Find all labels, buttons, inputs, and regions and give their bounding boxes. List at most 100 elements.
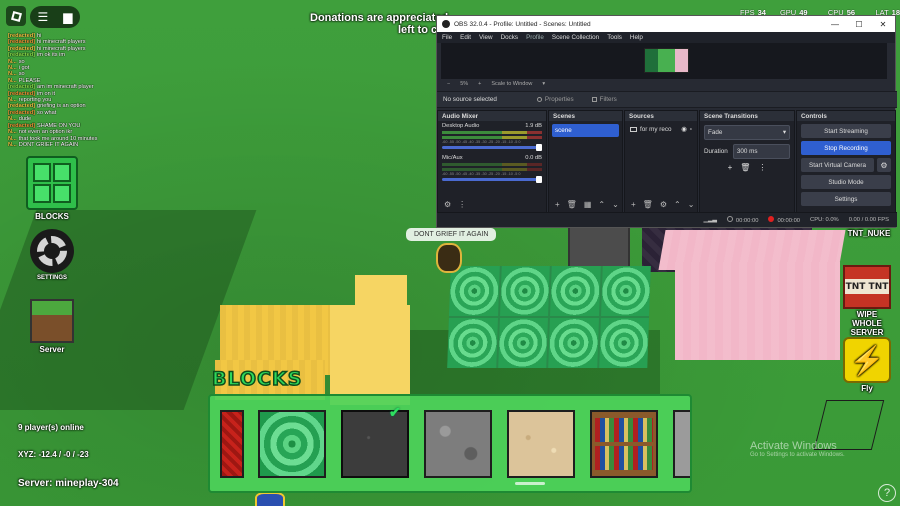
- zoom-plus-icon[interactable]: +: [478, 81, 481, 87]
- emerald-tile[interactable]: [447, 318, 498, 368]
- chat-bubble-icon[interactable]: ▆: [63, 10, 72, 24]
- chat-author: [redacted]: [8, 84, 36, 91]
- properties-button[interactable]: Properties: [536, 96, 574, 103]
- eye-icon[interactable]: ◉: [681, 126, 687, 133]
- level-meter: [442, 168, 542, 171]
- menu-view[interactable]: View: [479, 34, 493, 41]
- scenes-dock: Scenes scene + 🗑 ▦ ⌃ ⌄: [548, 110, 623, 213]
- more-options-icon[interactable]: ⋮: [458, 200, 466, 209]
- tnt-nuke-label: TNT_NUKE: [847, 229, 891, 238]
- menu-tools[interactable]: Tools: [607, 34, 622, 41]
- player-avatar: [436, 243, 462, 273]
- blocks-menu-button[interactable]: BLOCKS: [26, 156, 78, 221]
- more-options-icon[interactable]: ⋮: [758, 163, 766, 172]
- grid-icon[interactable]: ▦: [584, 200, 592, 209]
- hotbar-slot-redstone[interactable]: [220, 410, 244, 478]
- hotbar-slot-cobblestone[interactable]: [424, 410, 492, 478]
- remove-source-icon[interactable]: 🗑: [643, 200, 653, 209]
- meter-ticks: -60 -55 -50 -45 -40 -35 -30 -25 -20 -15 …: [442, 172, 521, 176]
- close-icon[interactable]: ✕: [871, 20, 895, 29]
- selected-check-icon: ✔: [389, 404, 401, 420]
- remove-transition-icon[interactable]: 🗑: [740, 163, 750, 172]
- emerald-blocks[interactable]: [447, 266, 651, 368]
- emerald-tile[interactable]: [598, 318, 649, 368]
- wipe-server-button[interactable]: TNT TNT WIPE WHOLE SERVER: [841, 265, 893, 337]
- chat-text: so what: [37, 109, 57, 116]
- studio-mode-button[interactable]: Studio Mode: [801, 175, 891, 189]
- hamburger-menu-icon[interactable]: ☰: [38, 10, 49, 24]
- chat-text: so: [18, 71, 25, 78]
- duration-input[interactable]: 300 ms: [732, 144, 790, 159]
- lock-icon[interactable]: ▫: [690, 126, 692, 133]
- stop-recording-button[interactable]: Stop Recording: [801, 141, 891, 155]
- volume-slider[interactable]: [442, 144, 542, 151]
- roblox-menu-button[interactable]: [6, 6, 26, 26]
- emerald-tile[interactable]: [600, 266, 651, 316]
- hotbar-scroll-handle[interactable]: [515, 482, 545, 485]
- settings-menu-button[interactable]: SETTINGS: [30, 229, 74, 281]
- move-down-icon[interactable]: ⌄: [688, 200, 695, 209]
- emerald-tile[interactable]: [449, 266, 500, 316]
- source-item[interactable]: for my reco ◉ ▫: [628, 124, 694, 135]
- gear-icon: [536, 97, 542, 102]
- sources-footer: + 🗑 ⚙ ⌃ ⌄: [625, 196, 697, 212]
- watermark-subtitle: Go to Settings to activate Windows.: [750, 452, 845, 458]
- zoom-minus-icon[interactable]: −: [447, 81, 450, 87]
- start-virtual-camera-button[interactable]: Start Virtual Camera: [801, 158, 874, 172]
- filters-button[interactable]: Filters: [591, 96, 617, 103]
- move-up-icon[interactable]: ⌃: [674, 200, 681, 209]
- advanced-audio-icon[interactable]: ⚙: [444, 200, 451, 209]
- menu-profile[interactable]: Profile: [526, 34, 544, 41]
- move-down-icon[interactable]: ⌄: [612, 200, 619, 209]
- transition-select[interactable]: Fade ▾: [704, 125, 790, 140]
- menu-help[interactable]: Help: [630, 34, 643, 41]
- emerald-tile[interactable]: [497, 318, 548, 368]
- maximize-icon[interactable]: ☐: [847, 20, 871, 29]
- scale-mode[interactable]: Scale to Window: [491, 81, 532, 87]
- signal-icon: ▁▂▃: [703, 217, 717, 223]
- source-settings-icon[interactable]: ⚙: [660, 200, 667, 209]
- emerald-tile[interactable]: [499, 266, 550, 316]
- obs-title-bar[interactable]: OBS 32.0.4 - Profile: Untitled - Scenes:…: [437, 16, 895, 32]
- menu-edit[interactable]: Edit: [460, 34, 471, 41]
- add-scene-icon[interactable]: +: [555, 200, 560, 209]
- chat-text: im ok its im: [37, 52, 66, 59]
- hotbar-slot-sandstone[interactable]: [507, 410, 575, 478]
- channel-name: Mic/Aux: [442, 155, 463, 161]
- tnt-nuke-button[interactable]: TNT_NUKE: [843, 228, 895, 238]
- move-up-icon[interactable]: ⌃: [598, 200, 605, 209]
- volume-slider[interactable]: [442, 176, 542, 183]
- server-menu-button[interactable]: Server: [30, 299, 74, 354]
- hotbar-slot-bookshelf[interactable]: [590, 410, 658, 478]
- help-icon[interactable]: ?: [878, 484, 896, 502]
- menu-scene-collection[interactable]: Scene Collection: [552, 34, 599, 41]
- emerald-tile[interactable]: [550, 266, 601, 316]
- chat-log: [redacted] hi [redacted] hi minecraft playe…: [8, 33, 308, 148]
- chat-text: dude: [18, 116, 32, 123]
- emerald-tile[interactable]: [548, 318, 599, 368]
- add-transition-icon[interactable]: +: [728, 163, 733, 172]
- minimize-icon[interactable]: —: [823, 20, 847, 29]
- start-streaming-button[interactable]: Start Streaming: [801, 124, 891, 138]
- chat-author: [redacted]: [8, 90, 36, 97]
- fly-button[interactable]: ⚡ Fly: [841, 337, 893, 393]
- scale-dropdown-icon[interactable]: ▾: [542, 81, 545, 87]
- yellow-block[interactable]: [330, 305, 410, 405]
- menu-docks[interactable]: Docks: [501, 34, 519, 41]
- settings-button[interactable]: Settings: [801, 192, 891, 206]
- obs-window[interactable]: OBS 32.0.4 - Profile: Untitled - Scenes:…: [436, 15, 897, 228]
- scene-item[interactable]: scene: [552, 124, 619, 137]
- hotbar-slot-emerald[interactable]: [258, 410, 326, 478]
- stone-block[interactable]: [568, 222, 630, 270]
- obs-preview[interactable]: [441, 43, 887, 79]
- menu-file[interactable]: File: [442, 34, 452, 41]
- add-source-icon[interactable]: +: [631, 200, 636, 209]
- source-toolbar: No source selected Properties Filters: [437, 91, 897, 108]
- chat-text: SHAME ON YOU: [37, 122, 81, 129]
- gear-icon[interactable]: ⚙: [877, 158, 891, 172]
- no-source-text: No source selected: [443, 96, 497, 103]
- chat-text: im on it: [37, 90, 56, 97]
- pink-block[interactable]: [675, 262, 840, 360]
- remove-scene-icon[interactable]: 🗑: [567, 200, 577, 209]
- hotbar-slot-partial[interactable]: [673, 410, 690, 478]
